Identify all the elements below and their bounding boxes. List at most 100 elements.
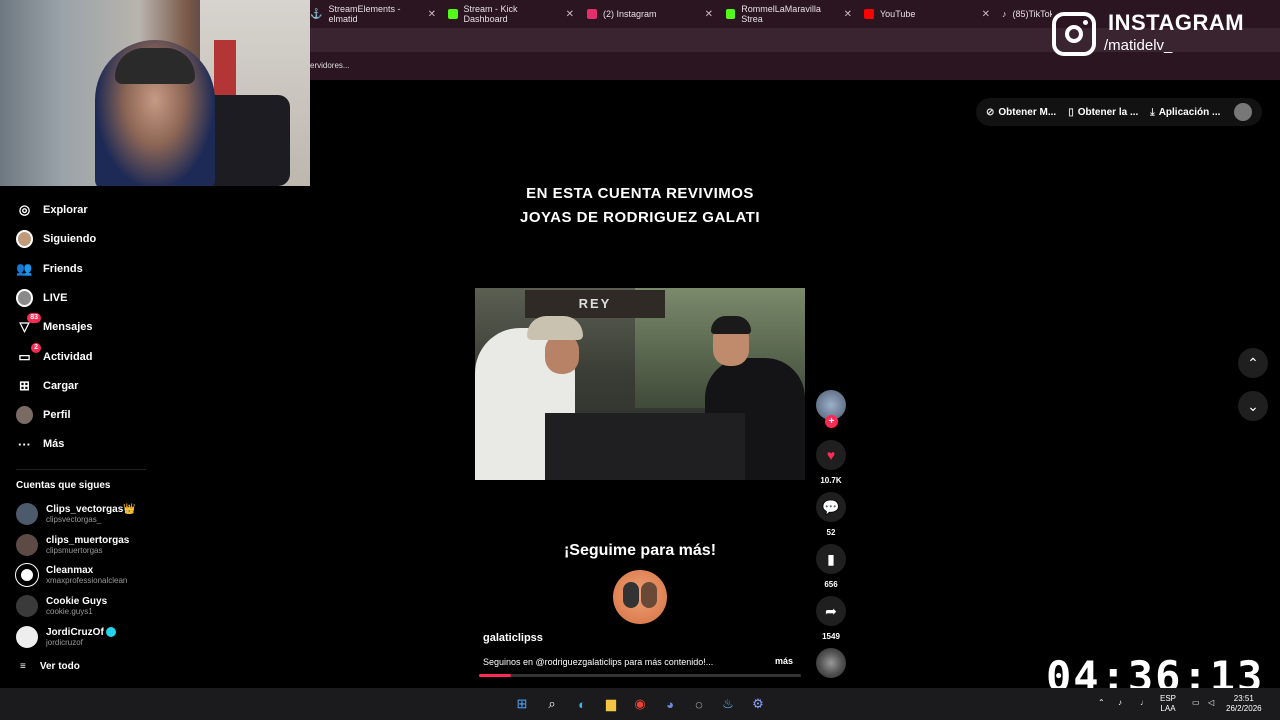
profile-avatar [16, 406, 33, 424]
get-app-button[interactable]: ▯ Obtener la ... [1068, 107, 1138, 118]
avatar [15, 563, 39, 587]
edge-icon[interactable]: ◐ [574, 696, 590, 712]
steam-icon[interactable]: ♨ [720, 696, 736, 712]
sidebar-item-friends[interactable]: 👥 Friends [16, 259, 83, 279]
language-indicator[interactable]: ESP LAA [1160, 694, 1176, 714]
video-author[interactable]: galaticlipss [483, 632, 543, 644]
profile-avatar [16, 406, 33, 424]
following-handle: xmaxprofessionalclean [46, 575, 128, 585]
tray-chevron-icon[interactable]: ⌃ [1098, 698, 1105, 708]
following-item[interactable]: Clips_vectorgas👑 clipsvectorgas_ [16, 503, 136, 525]
compass-icon: ◎ [18, 202, 31, 217]
sidebar-item-siguiendo[interactable]: Siguiendo [16, 229, 96, 249]
scene-face [545, 334, 579, 374]
folder-icon[interactable]: ▆ [603, 696, 619, 712]
screen: { "browser": { "tabs": [ {"label": "Stre… [0, 0, 1280, 720]
sidebar-divider [16, 469, 146, 470]
like-button[interactable]: ♥ [816, 440, 846, 470]
browser-tab[interactable]: YouTube ✕ [864, 4, 990, 24]
next-video-button[interactable]: ⌄ [1238, 391, 1268, 421]
profile-avatar[interactable] [1234, 103, 1252, 121]
comment-button[interactable]: 💬 [816, 492, 846, 522]
settings-icon[interactable]: ⚙ [750, 696, 766, 712]
activity-icon: ▭ 2 [16, 342, 41, 366]
close-icon[interactable]: ✕ [428, 9, 436, 20]
save-button[interactable]: ▮ [816, 544, 846, 574]
close-icon[interactable]: ✕ [566, 9, 574, 20]
language-code: ESP [1160, 694, 1177, 703]
following-item[interactable]: Cookie Guys cookie.guys1 [16, 595, 107, 617]
comment-icon: 💬 [822, 498, 840, 515]
view-all-button[interactable]: ≡ Ver todo [20, 661, 80, 672]
sidebar-item-label: Actividad [43, 351, 93, 363]
clock[interactable]: 23:51 26/2/2026 [1226, 694, 1262, 714]
sidebar-item-cargar[interactable]: ⊞ Cargar [16, 376, 78, 396]
browser-tab[interactable]: (2) Instagram ✕ [587, 4, 713, 24]
instagram-icon [587, 9, 597, 19]
webcam-cap [115, 48, 195, 84]
video-player[interactable]: EN ESTA CUENTA REVIVIMOS JOYAS DE RODRIG… [475, 170, 805, 678]
upload-icon: ⊞ [19, 378, 30, 393]
button-label: Aplicación ... [1158, 106, 1221, 118]
download-app-button[interactable]: ⤓ Aplicación ... [1150, 107, 1220, 118]
following-item[interactable]: Cleanmax xmaxprofessionalclean [15, 563, 128, 587]
close-icon[interactable]: ✕ [705, 9, 713, 20]
previous-video-button[interactable]: ⌃ [1238, 348, 1268, 378]
sidebar-item-label: Friends [43, 263, 83, 275]
share-button[interactable]: ➦ [816, 596, 846, 626]
browser-tab[interactable]: ⚓ StreamElements - elmatid ✕ [310, 4, 436, 24]
tab-label: RommelLaMaravilla Strea [741, 4, 821, 24]
following-handle: jordicruzof [46, 637, 83, 647]
sidebar-item-actividad[interactable]: ▭ 2 Actividad [16, 342, 93, 367]
speaker-icon[interactable]: ◁ [1208, 698, 1214, 708]
button-label: Obtener M... [998, 106, 1057, 118]
more-link[interactable]: más [775, 656, 793, 666]
tab-label: YouTube [880, 9, 916, 19]
get-coins-button[interactable]: ⊘ Obtener M... [986, 107, 1056, 118]
browser-tab[interactable]: RommelLaMaravilla Strea ✕ [726, 4, 852, 24]
following-name: clips_muertorgas [46, 534, 130, 546]
sidebar-item-mas[interactable]: ··· Más [16, 434, 64, 454]
instagram-overlay: INSTAGRAM /matidelv_ [1052, 10, 1272, 60]
tab-label: Stream - Kick Dashboard [463, 4, 518, 24]
coin-icon: ⊘ [986, 106, 995, 118]
messages-icon: ▽ 83 [16, 312, 41, 336]
volume-icon[interactable]: ♪ [1118, 698, 1122, 708]
video-progress[interactable] [479, 674, 801, 677]
sidebar-item-explorar[interactable]: ◎ Explorar [16, 200, 88, 220]
microphone-icon[interactable]: ♩ [1140, 698, 1148, 708]
sidebar-item-live[interactable]: LIVE [16, 288, 67, 308]
discord-icon[interactable]: ◕ [662, 696, 678, 712]
avatar [16, 503, 38, 525]
following-item[interactable]: clips_muertorgas clipsmuertorgas [16, 534, 129, 556]
caption-line: JOYAS DE RODRIGUEZ GALATI [519, 209, 761, 226]
like-count: 10.7K [820, 476, 842, 485]
sidebar-item-label: Cargar [43, 380, 79, 392]
list-icon: ≡ [20, 661, 26, 672]
search-icon[interactable]: ⌕ [544, 696, 560, 712]
sidebar-item-perfil[interactable]: Perfil [16, 405, 71, 425]
following-name: Clips_vectorgas👑 [46, 503, 136, 515]
browser-tab-active[interactable]: ♪ (85)TikTok - Make [1002, 4, 1052, 24]
network-icon[interactable]: ▭ [1192, 698, 1200, 708]
download-icon: ⤓ [1150, 106, 1155, 118]
close-icon[interactable]: ✕ [982, 9, 990, 20]
browser-tab[interactable]: Stream - Kick Dashboard ✕ [448, 4, 574, 24]
follow-plus-icon[interactable]: + [825, 415, 838, 428]
following-handle: cookie.guys1 [46, 606, 93, 616]
following-header: Cuentas que sigues [16, 480, 111, 491]
obs-icon[interactable]: ◌ [691, 696, 707, 712]
following-item[interactable]: JordiCruzOf jordicruzof [16, 626, 116, 648]
avatar [16, 595, 38, 617]
kick-icon [726, 9, 736, 19]
share-count: 1549 [822, 632, 840, 641]
comment-count: 52 [826, 528, 836, 537]
follow-cta: ¡Seguime para más! [563, 542, 717, 559]
windows-start-icon[interactable]: ⊞ [514, 696, 530, 712]
clock-time: 23:51 [1233, 694, 1254, 703]
bookmark-item[interactable]: ervidores... [310, 61, 350, 70]
music-disc[interactable] [816, 648, 846, 678]
sidebar-item-mensajes[interactable]: ▽ 83 Mensajes [16, 312, 93, 337]
chrome-icon[interactable]: ◉ [632, 696, 648, 712]
close-icon[interactable]: ✕ [844, 9, 852, 20]
